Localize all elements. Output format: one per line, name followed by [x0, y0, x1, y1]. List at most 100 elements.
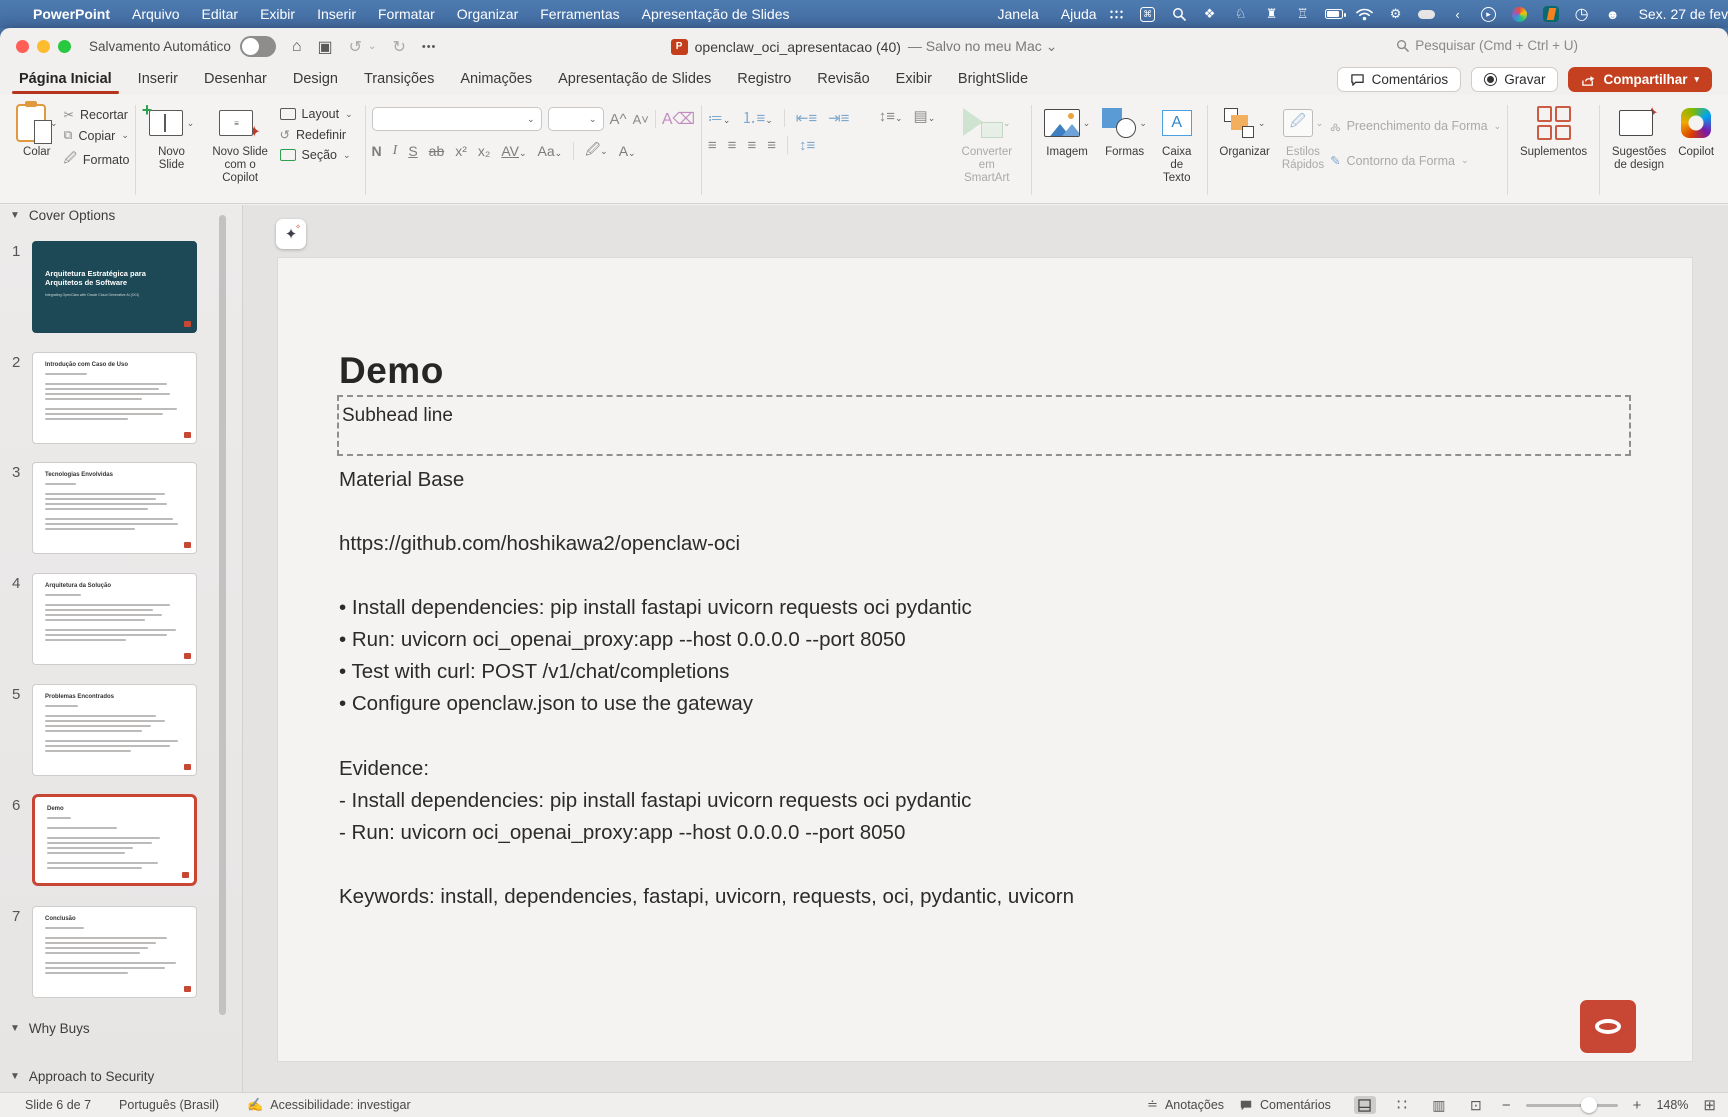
slide-bullet[interactable]: • Configure openclaw.json to use the gat…	[339, 692, 753, 716]
copy-button[interactable]: ⧉Copiar⌄	[64, 128, 130, 143]
zoom-window-button[interactable]	[58, 40, 71, 53]
assistant-icon[interactable]: ⚙	[1387, 5, 1405, 23]
design-ideas-button[interactable]: ✦ Sugestões de design	[1606, 101, 1672, 199]
menu-organizar[interactable]: Organizar	[446, 6, 529, 22]
layout-button[interactable]: Layout⌄	[280, 107, 359, 121]
section-approach-security[interactable]: ▼Approach to Security	[0, 1069, 154, 1084]
sidebar-scrollbar[interactable]	[219, 215, 226, 1015]
new-slide-button[interactable]: +⌄ Novo Slide	[142, 101, 201, 199]
fast-user-switch-icon[interactable]: ☻	[1604, 5, 1622, 23]
tab-transicoes[interactable]: Transições	[351, 66, 447, 95]
superscript-button[interactable]: x²	[455, 143, 467, 159]
tab-apresentacao[interactable]: Apresentação de Slides	[545, 66, 724, 95]
format-painter-button[interactable]: 🖉Formato	[64, 149, 130, 170]
underline-button[interactable]: S	[408, 143, 417, 159]
battery-icon[interactable]	[1325, 5, 1343, 23]
menu-ajuda[interactable]: Ajuda	[1050, 6, 1108, 22]
tab-desenhar[interactable]: Desenhar	[191, 66, 280, 95]
bullets-button[interactable]: ≔⌄	[708, 109, 731, 127]
bold-button[interactable]: N	[372, 143, 382, 159]
menu-arquivo[interactable]: Arquivo	[121, 6, 190, 22]
font-color-button[interactable]: A⌄	[619, 143, 636, 159]
clock-icon[interactable]: ◷	[1573, 5, 1591, 23]
strikethrough-button[interactable]: ab	[429, 143, 445, 159]
thumbnail-slide-1[interactable]: Arquitetura Estratégica para Arquitetos …	[32, 241, 197, 333]
window-manager-icon[interactable]: ⌘	[1139, 5, 1157, 23]
undo-chevron-icon[interactable]: ⌄	[368, 41, 376, 52]
thumbnail-slide-6-selected[interactable]: Demo	[32, 794, 197, 886]
decrease-font-button[interactable]: A˅	[633, 112, 649, 127]
decrease-indent-button[interactable]: ⇤≡	[796, 109, 817, 127]
redo-icon[interactable]: ↻	[392, 37, 405, 57]
cut-button[interactable]: ✂Recortar	[64, 107, 130, 122]
align-center-button[interactable]: ≡	[728, 137, 737, 154]
slide-evidence-line[interactable]: - Run: uvicorn oci_openai_proxy:app --ho…	[339, 821, 905, 845]
menu-powerpoint[interactable]: PowerPoint	[22, 6, 121, 22]
autosave-toggle[interactable]	[240, 36, 276, 57]
comments-panel-button[interactable]: Comentários	[1239, 1098, 1331, 1112]
slide-editor[interactable]: Demo Subhead line Material Base https://…	[278, 258, 1692, 1061]
close-window-button[interactable]	[16, 40, 29, 53]
castle-icon[interactable]: ♜	[1263, 5, 1281, 23]
line-spacing-button[interactable]: ↕≡⌄	[879, 108, 903, 125]
undo-icon[interactable]: ↺	[349, 37, 362, 57]
document-save-status[interactable]: — Salvo no meu Mac ⌄	[908, 38, 1057, 55]
color-wheel-icon[interactable]	[1511, 5, 1529, 23]
search-field[interactable]: Pesquisar (Cmd + Ctrl + U)	[1396, 38, 1578, 53]
insert-shapes-button[interactable]: ⌄ Formas	[1096, 101, 1153, 199]
reset-button[interactable]: ↺Redefinir	[280, 127, 359, 142]
thumbnail-slide-4[interactable]: Arquitetura da Solução	[32, 573, 197, 665]
slide-text-line[interactable]: Material Base	[339, 468, 464, 492]
justify-button[interactable]: ≡	[767, 137, 776, 154]
tab-animacoes[interactable]: Animações	[447, 66, 545, 95]
slide-bullet[interactable]: • Test with curl: POST /v1/chat/completi…	[339, 660, 729, 684]
normal-view-button[interactable]	[1354, 1096, 1376, 1114]
arrange-button[interactable]: ⌄ Organizar	[1213, 101, 1276, 199]
zoom-slider[interactable]	[1526, 1104, 1618, 1107]
columns-button[interactable]: ▤⌄	[914, 107, 936, 125]
text-direction-button[interactable]: ↕≡	[799, 137, 815, 154]
slide-bullet[interactable]: • Install dependencies: pip install fast…	[339, 596, 972, 620]
clear-formatting-button[interactable]: A⌫	[662, 109, 695, 129]
record-button[interactable]: Gravar	[1471, 67, 1558, 92]
menu-apresentacao[interactable]: Apresentação de Slides	[631, 6, 801, 22]
slide-counter[interactable]: Slide 6 de 7	[25, 1098, 91, 1112]
character-spacing-button[interactable]: AV⌄	[501, 143, 526, 159]
tab-exibir[interactable]: Exibir	[883, 66, 945, 95]
increase-indent-button[interactable]: ⇥≡	[828, 109, 849, 127]
reading-view-button[interactable]: ▥	[1428, 1096, 1450, 1114]
slide-url-line[interactable]: https://github.com/hoshikawa2/openclaw-o…	[339, 532, 740, 556]
wifi-icon[interactable]	[1356, 5, 1374, 23]
addins-button[interactable]: Suplementos	[1514, 101, 1593, 199]
font-size-select[interactable]: ⌄	[548, 107, 604, 131]
share-button[interactable]: Compartilhar ▾	[1568, 67, 1712, 92]
subscript-button[interactable]: x₂	[478, 143, 490, 159]
more-commands-icon[interactable]: •••	[422, 41, 437, 53]
tab-inserir[interactable]: Inserir	[125, 66, 191, 95]
subhead-placeholder[interactable]: Subhead line	[337, 395, 1631, 456]
document-title[interactable]: openclaw_oci_apresentacao (40)	[695, 39, 901, 55]
comments-button[interactable]: Comentários	[1337, 67, 1462, 92]
minimize-window-button[interactable]	[37, 40, 50, 53]
tab-brightslide[interactable]: BrightSlide	[945, 66, 1041, 95]
dropbox-icon[interactable]: ❖	[1201, 5, 1219, 23]
quick-styles-button[interactable]: 🖉⌄ Estilos Rápidos	[1276, 101, 1330, 199]
slide-keywords-line[interactable]: Keywords: install, dependencies, fastapi…	[339, 885, 1074, 909]
home-icon[interactable]: ⌂	[292, 38, 302, 56]
zoom-in-button[interactable]: +	[1633, 1097, 1642, 1114]
section-cover-options[interactable]: ▼Cover Options	[0, 208, 115, 223]
slideshow-view-button[interactable]: ⊡	[1465, 1096, 1487, 1114]
slide-bullet[interactable]: • Run: uvicorn oci_openai_proxy:app --ho…	[339, 628, 906, 652]
thumbnail-slide-5[interactable]: Problemas Encontrados	[32, 684, 197, 776]
change-case-button[interactable]: Aa⌄	[538, 143, 563, 159]
section-button[interactable]: Seção⌄	[280, 148, 359, 162]
tab-design[interactable]: Design	[280, 66, 351, 95]
designer-sparkle-button[interactable]: ✦ ✧	[276, 219, 306, 249]
copilot-button[interactable]: Copilot	[1672, 101, 1720, 199]
subhead-text[interactable]: Subhead line	[339, 397, 1629, 427]
rook-icon[interactable]: ♖	[1294, 5, 1312, 23]
align-right-button[interactable]: ≡	[747, 137, 756, 154]
slide-sorter-view-button[interactable]: ∷	[1391, 1096, 1413, 1114]
new-slide-copilot-button[interactable]: ≡✦ Novo Slide com o Copilot	[201, 101, 280, 199]
align-left-button[interactable]: ≡	[708, 137, 717, 154]
